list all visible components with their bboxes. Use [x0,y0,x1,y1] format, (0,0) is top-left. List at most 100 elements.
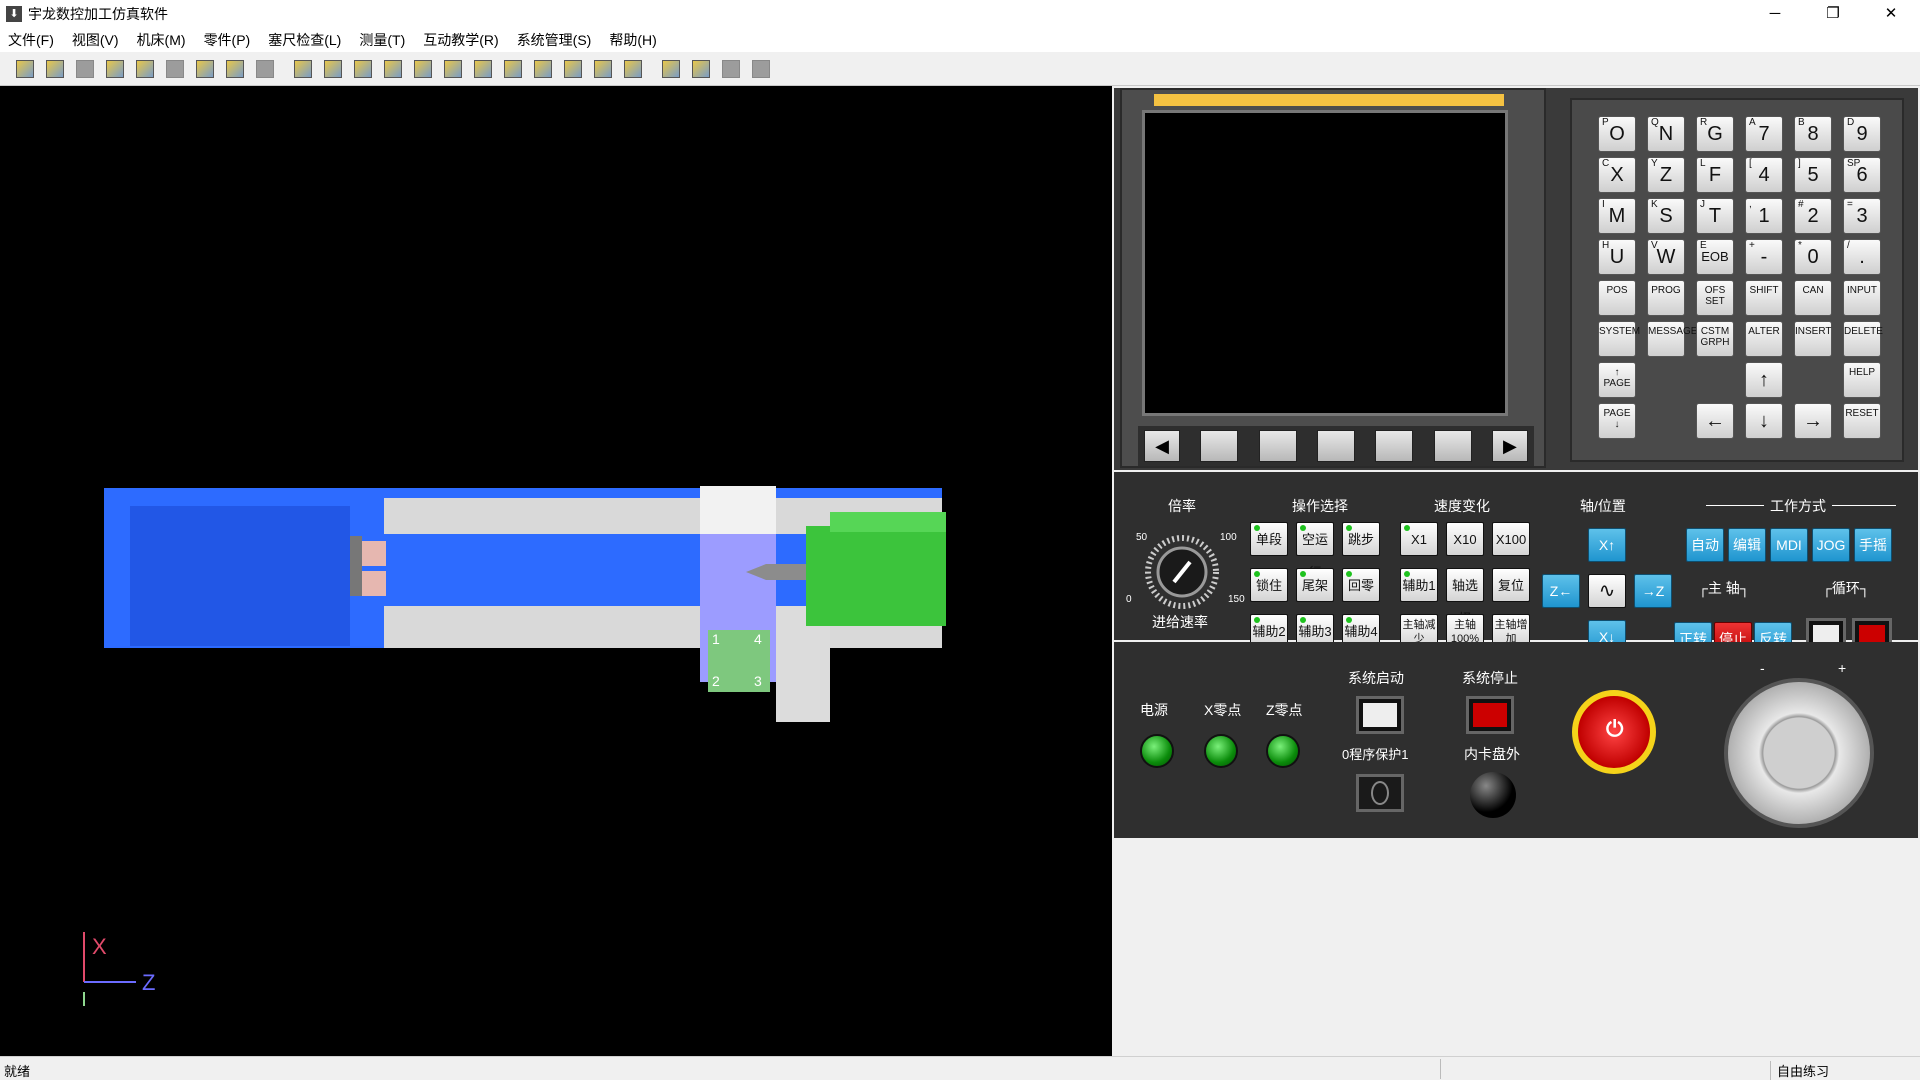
key-9[interactable]: D9 [1843,116,1881,152]
key-M[interactable]: IM [1598,198,1636,234]
key-arrow-right[interactable]: → [1794,403,1832,439]
key-alter[interactable]: ALTER [1745,321,1783,357]
image-icon[interactable] [192,56,218,82]
key-cstm-grph[interactable]: CSTM GRPH [1696,321,1734,357]
mode-jog-button[interactable]: JOG [1812,528,1850,562]
softkey-4[interactable] [1375,430,1414,462]
menu-file[interactable]: 文件(F) [8,30,54,50]
softkey-left-icon[interactable]: ◀ [1144,430,1180,462]
menu-view[interactable]: 视图(V) [72,30,119,50]
mode-auto-button[interactable]: 自动 [1686,528,1724,562]
key-reset[interactable]: RESET [1843,403,1881,439]
menu-measure[interactable]: 测量(T) [359,30,405,50]
machine-viewport[interactable]: 1 4 2 3 X Z [0,86,1112,1056]
key-arrow-up[interactable]: ↑ [1745,362,1783,398]
menu-part[interactable]: 零件(P) [204,30,251,50]
close-button[interactable]: ✕ [1862,0,1920,28]
key-5[interactable]: ] 5 [1794,157,1832,193]
chuck-switch[interactable] [1470,772,1516,818]
machine-icon[interactable] [12,56,38,82]
top-view-icon[interactable] [500,56,526,82]
key-message[interactable]: MESSAGE [1647,321,1697,357]
blank-icon[interactable] [42,56,68,82]
key-3[interactable]: = 3 [1843,198,1881,234]
key-6[interactable]: SP 6 [1843,157,1881,193]
key-G[interactable]: RG [1696,116,1734,152]
menu-help[interactable]: 帮助(H) [609,30,656,50]
key-0[interactable]: * 0 [1794,239,1832,275]
handwheel[interactable] [1724,678,1874,828]
key-2[interactable]: #2 [1794,198,1832,234]
single-block-button[interactable]: 单段 [1250,522,1288,556]
softkey-2[interactable] [1258,430,1297,462]
tailstock-button[interactable]: 尾架 [1296,568,1334,602]
x1-button[interactable]: X1 [1400,522,1438,556]
key-F[interactable]: LF [1696,157,1734,193]
softkey-3[interactable] [1316,430,1355,462]
key-prog[interactable]: PROG [1647,280,1685,316]
zoom-icon[interactable] [320,56,346,82]
key-page-down[interactable]: PAGE ↓ [1598,403,1636,439]
transfer-icon[interactable] [222,56,248,82]
key-Z[interactable]: YZ [1647,157,1685,193]
key-S[interactable]: KS [1647,198,1685,234]
gray-icon[interactable] [72,56,98,82]
softkey-1[interactable] [1200,430,1239,462]
key-dot[interactable]: /. [1843,239,1881,275]
key-W[interactable]: VW [1647,239,1685,275]
aux1-button[interactable]: 辅助1 [1400,568,1438,602]
key-can[interactable]: CAN [1794,280,1832,316]
right-view-icon[interactable] [470,56,496,82]
front-view-icon[interactable] [530,56,556,82]
key-insert[interactable]: INSERT [1794,321,1832,357]
key-ofs-set[interactable]: OFS SET [1696,280,1734,316]
cube-view-icon[interactable] [620,56,646,82]
menu-machine[interactable]: 机床(M) [137,30,186,50]
side-view-icon[interactable] [590,56,616,82]
tool-icon[interactable] [102,56,128,82]
key-7[interactable]: A7 [1745,116,1783,152]
rapid-button[interactable]: ∿ [1588,574,1626,608]
key-delete[interactable]: DELETE [1843,321,1883,357]
system-stop-button[interactable] [1466,696,1514,734]
system-start-button[interactable] [1356,696,1404,734]
key-U[interactable]: HU [1598,239,1636,275]
menu-system-management[interactable]: 系统管理(S) [517,30,592,50]
x100-button[interactable]: X100 [1492,522,1530,556]
panel-icon[interactable] [688,56,714,82]
block-skip-button[interactable]: 跳步 [1342,522,1380,556]
option-icon[interactable] [658,56,684,82]
key-shift[interactable]: SHIFT [1745,280,1783,316]
key-T[interactable]: JT [1696,198,1734,234]
softkey-5[interactable] [1433,430,1472,462]
key-minus[interactable]: + - [1745,239,1783,275]
x-plus-button[interactable]: X↑ [1588,528,1626,562]
key-arrow-left[interactable]: ← [1696,403,1734,439]
dry-run-button[interactable]: 空运行 [1296,522,1334,580]
x10-button[interactable]: X10 [1446,522,1484,556]
z-minus-button[interactable]: Z← [1542,574,1580,608]
lock-button[interactable]: 锁住 [1250,568,1288,602]
key-arrow-down[interactable]: ↓ [1745,403,1783,439]
key-input[interactable]: INPUT [1843,280,1881,316]
gray-icon[interactable] [748,56,774,82]
z-plus-button[interactable]: →Z [1634,574,1672,608]
rotate-icon[interactable] [410,56,436,82]
view-icon[interactable] [290,56,316,82]
home-return-button[interactable]: 回零 [1342,568,1380,602]
key-8[interactable]: B8 [1794,116,1832,152]
key-N[interactable]: QN [1647,116,1685,152]
softkey-right-icon[interactable]: ▶ [1491,430,1528,462]
mode-edit-button[interactable]: 编辑 [1728,528,1766,562]
program-protect-key[interactable] [1356,774,1404,812]
key-system[interactable]: SYSTEM [1598,321,1640,357]
key-1[interactable]: ,1 [1745,198,1783,234]
menu-interactive-teaching[interactable]: 互动教学(R) [423,30,498,50]
gray-icon[interactable] [162,56,188,82]
key-help[interactable]: HELP [1843,362,1881,398]
mode-handwheel-button[interactable]: 手摇 [1854,528,1892,562]
reset-button[interactable]: 复位 [1492,568,1530,602]
restore-button[interactable]: ❐ [1804,0,1862,28]
axis-select-button[interactable]: 轴选择 [1446,568,1484,626]
key-X[interactable]: CX [1598,157,1636,193]
